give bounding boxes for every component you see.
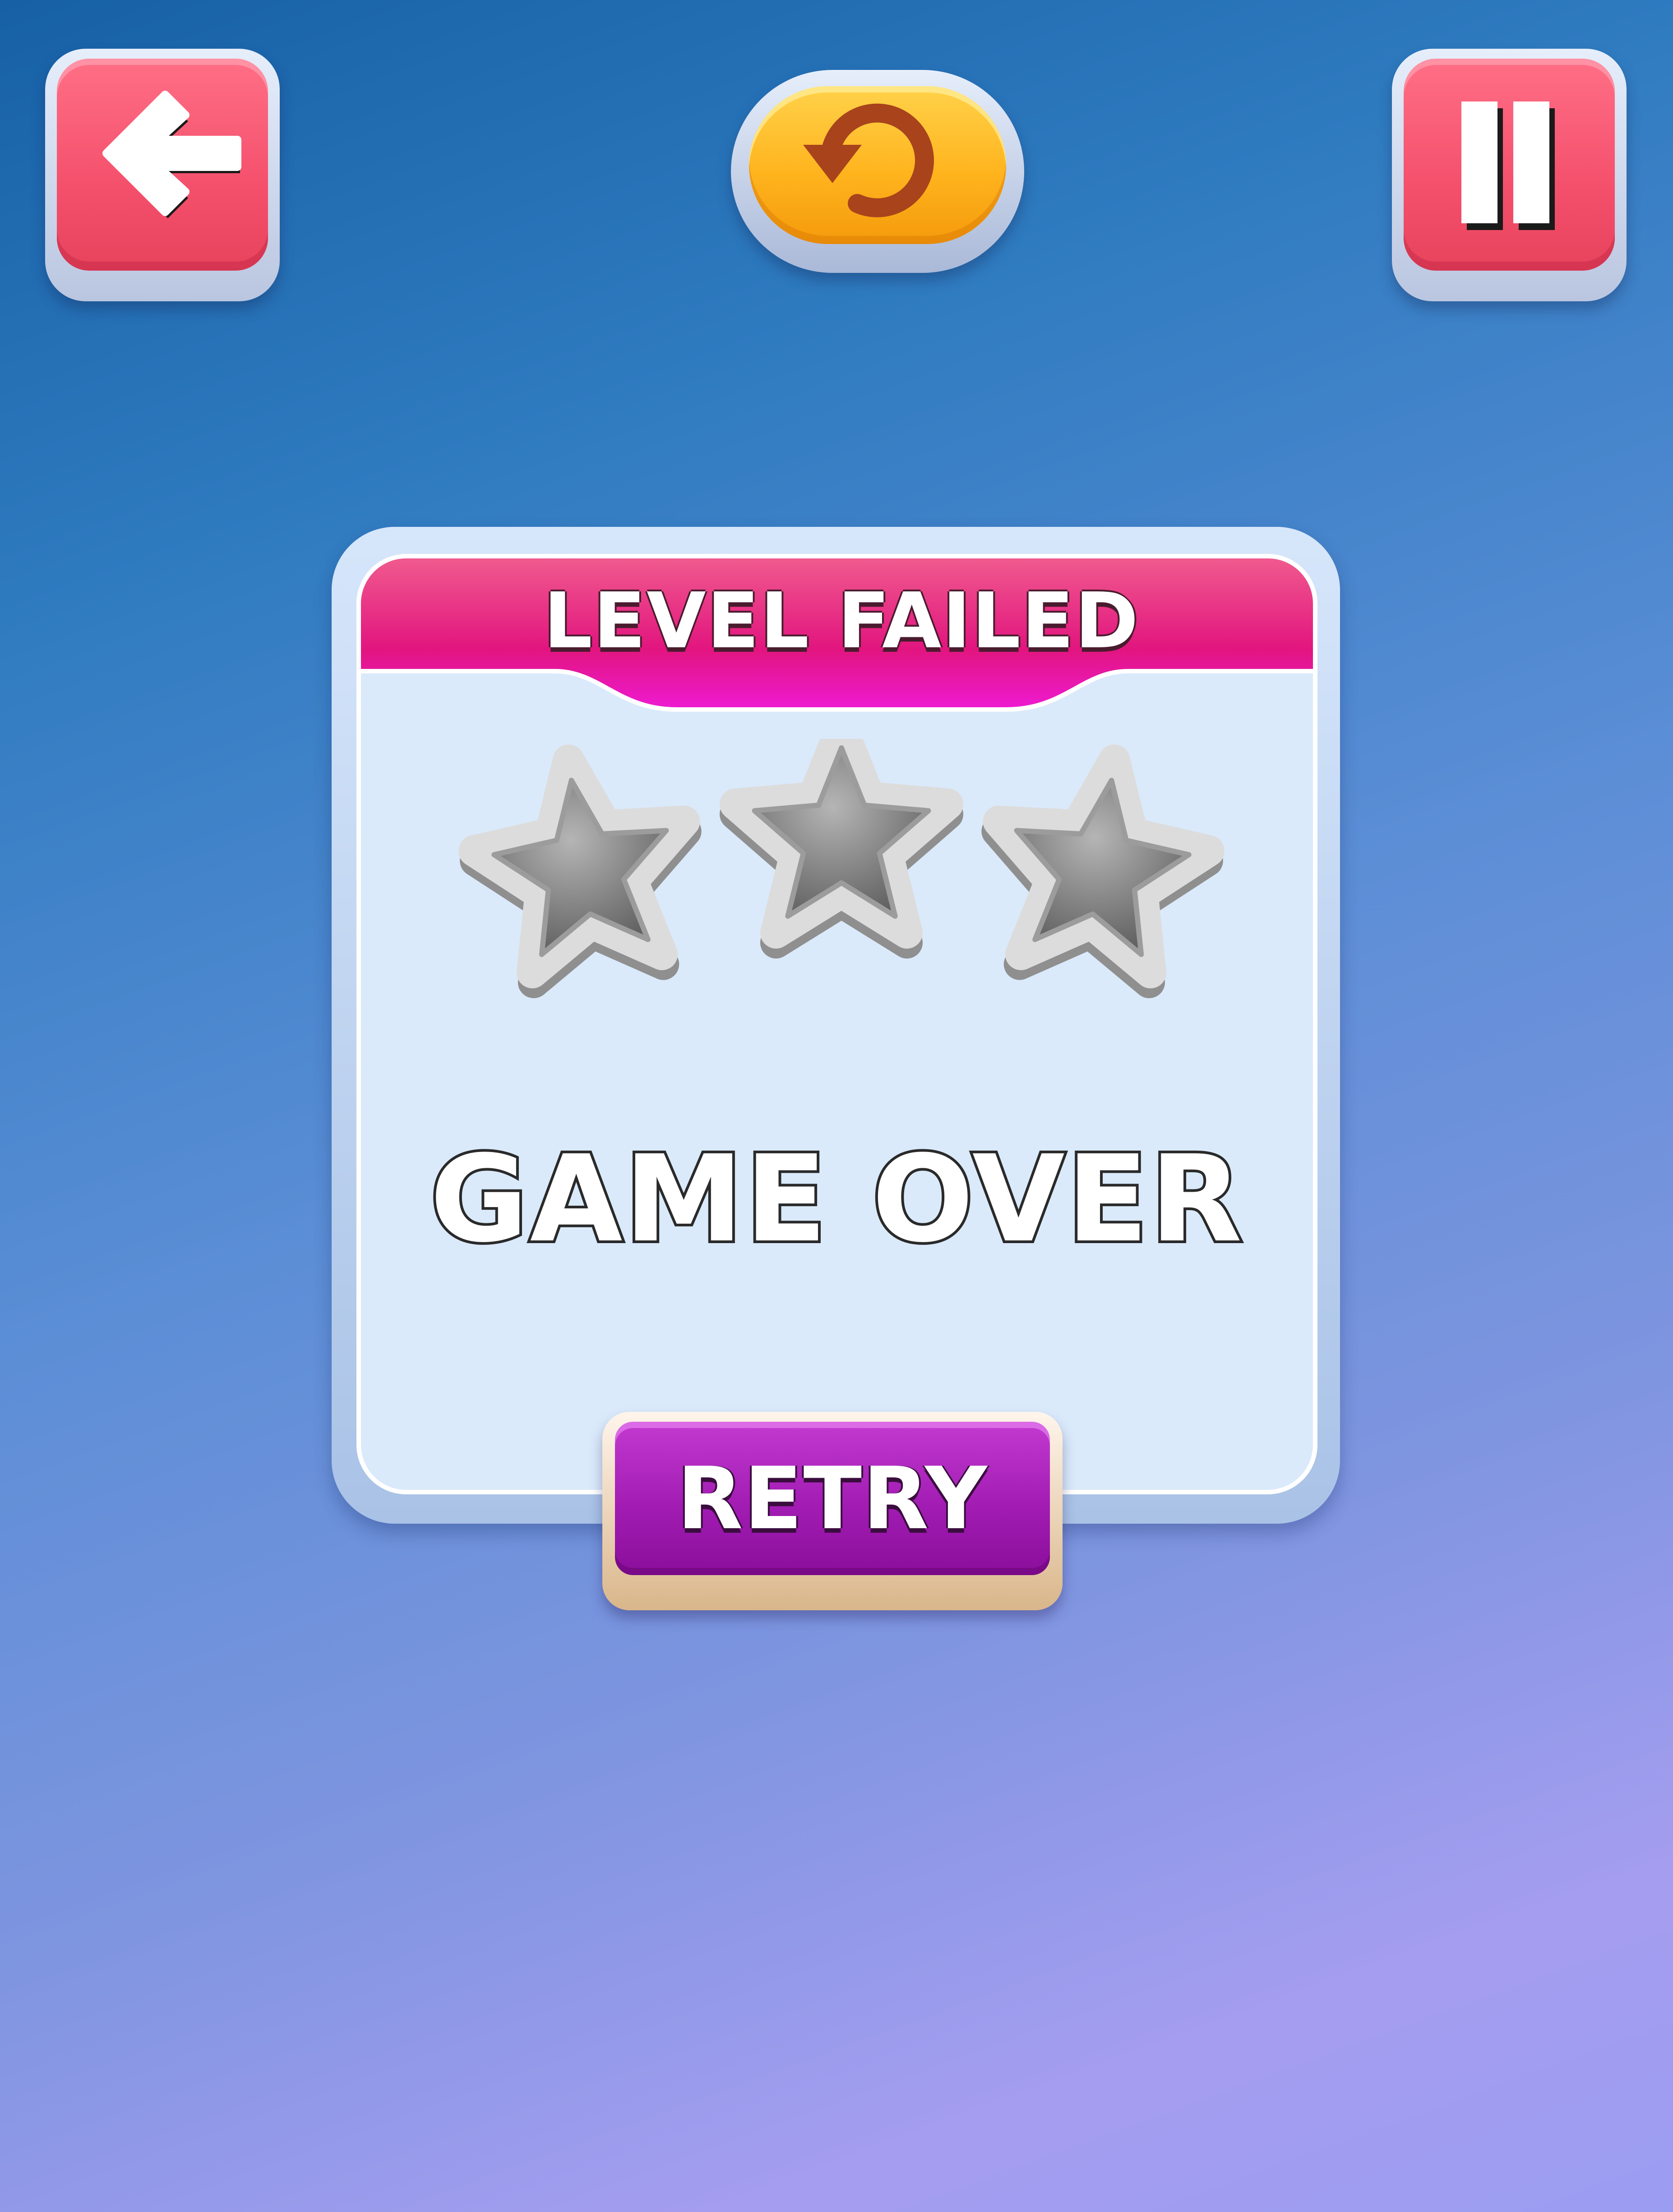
star-rating (361, 739, 1317, 1172)
retry-button-label: RETRY (677, 1449, 988, 1548)
pause-button[interactable] (1392, 49, 1627, 301)
restart-icon (803, 103, 934, 217)
dialog-panel: LEVEL FAILED (356, 554, 1317, 1494)
retry-button[interactable]: RETRY (602, 1412, 1063, 1610)
back-button[interactable] (45, 49, 280, 301)
game-over-message: GAME OVER (427, 1127, 1245, 1272)
dialog-title: LEVEL FAILED (543, 576, 1140, 666)
game-screen: { "top_bar": { "back_button": { "icon": … (0, 0, 1673, 2212)
star-1-icon (463, 746, 703, 988)
arrow-left-icon (102, 91, 241, 218)
restart-button[interactable] (731, 70, 1024, 273)
star-2-icon (735, 739, 947, 943)
star-3-icon (980, 746, 1220, 988)
pause-icon (1461, 101, 1555, 230)
